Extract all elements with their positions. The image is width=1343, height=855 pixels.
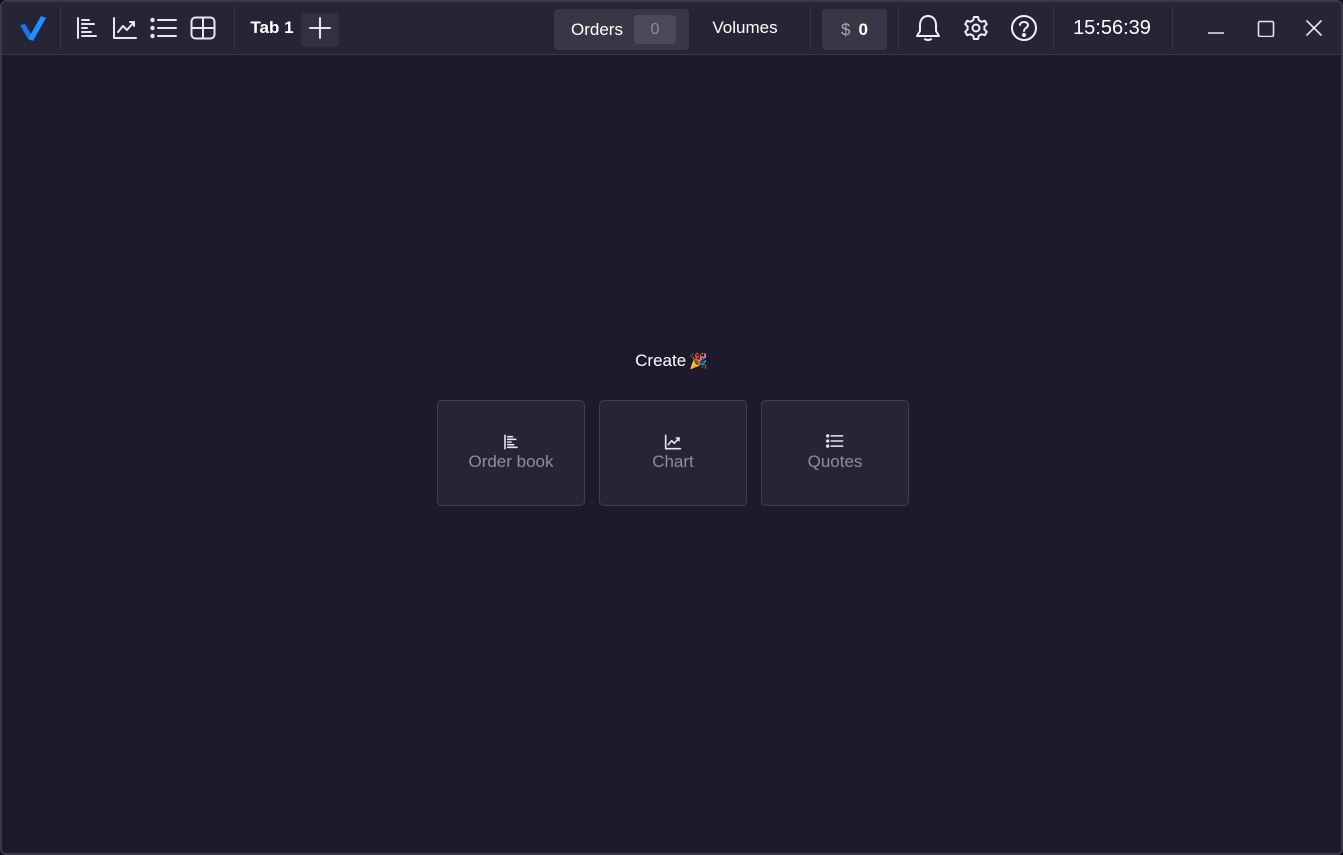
volumes-label: Volumes bbox=[712, 18, 778, 37]
grid-icon bbox=[190, 16, 216, 40]
currency-symbol: $ bbox=[841, 19, 851, 39]
gear-icon bbox=[963, 15, 989, 41]
app-logo-icon[interactable] bbox=[12, 2, 52, 54]
top-toolbar: Tab 1 Orders 0 Volumes $ 0 15:56:39 bbox=[2, 2, 1341, 55]
chart-tool-button[interactable] bbox=[107, 2, 143, 54]
bell-icon bbox=[915, 14, 941, 42]
minimize-button[interactable] bbox=[1192, 2, 1240, 54]
create-title: Create bbox=[635, 351, 687, 370]
list-icon bbox=[826, 434, 844, 450]
maximize-icon bbox=[1257, 19, 1275, 37]
create-chart-button[interactable]: Chart bbox=[599, 400, 747, 506]
create-quotes-button[interactable]: Quotes bbox=[761, 400, 909, 506]
orders-count-badge: 0 bbox=[634, 15, 676, 44]
toolbar-divider bbox=[60, 6, 61, 50]
notifications-button[interactable] bbox=[908, 2, 948, 54]
close-icon bbox=[1305, 19, 1323, 37]
layout-tool-button[interactable] bbox=[185, 2, 221, 54]
settings-button[interactable] bbox=[956, 2, 996, 54]
volumes-button[interactable]: Volumes bbox=[697, 2, 793, 54]
card-label: Quotes bbox=[807, 452, 863, 471]
help-icon bbox=[1010, 14, 1038, 42]
close-window-button[interactable] bbox=[1290, 2, 1338, 54]
maximize-button[interactable] bbox=[1242, 2, 1290, 54]
help-button[interactable] bbox=[1004, 2, 1044, 54]
orders-button[interactable]: Orders 0 bbox=[554, 9, 689, 50]
create-heading: Create 🎉 bbox=[10, 351, 1333, 371]
create-order-book-button[interactable]: Order book bbox=[437, 400, 585, 506]
quotes-tool-button[interactable] bbox=[146, 2, 182, 54]
chart-icon bbox=[664, 434, 682, 450]
chart-icon bbox=[112, 16, 138, 40]
app-window: Tab 1 Orders 0 Volumes $ 0 15:56:39 Crea… bbox=[0, 0, 1343, 855]
toolbar-divider bbox=[1053, 6, 1054, 50]
workspace: Create 🎉 Order book Chart Quotes bbox=[10, 55, 1333, 847]
party-popper-icon: 🎉 bbox=[689, 353, 708, 370]
balance-button[interactable]: $ 0 bbox=[822, 9, 887, 50]
tab-label: Tab 1 bbox=[250, 18, 294, 37]
orders-label: Orders bbox=[571, 19, 623, 39]
toolbar-divider bbox=[234, 6, 235, 50]
order-book-icon bbox=[75, 16, 99, 40]
card-label: Chart bbox=[652, 452, 694, 471]
clock: 15:56:39 bbox=[1062, 2, 1162, 54]
balance-value: 0 bbox=[858, 19, 868, 39]
toolbar-divider bbox=[1172, 6, 1173, 50]
plus-icon bbox=[308, 16, 332, 45]
order-book-tool-button[interactable] bbox=[69, 2, 105, 54]
tab-1[interactable]: Tab 1 bbox=[244, 2, 300, 54]
card-label: Order book bbox=[468, 452, 554, 471]
toolbar-divider bbox=[810, 6, 811, 50]
clock-time: 15:56:39 bbox=[1073, 16, 1151, 39]
list-icon bbox=[150, 17, 178, 39]
add-tab-button[interactable] bbox=[301, 13, 339, 47]
order-book-icon bbox=[503, 434, 519, 450]
minimize-icon bbox=[1207, 19, 1225, 37]
toolbar-divider bbox=[898, 6, 899, 50]
